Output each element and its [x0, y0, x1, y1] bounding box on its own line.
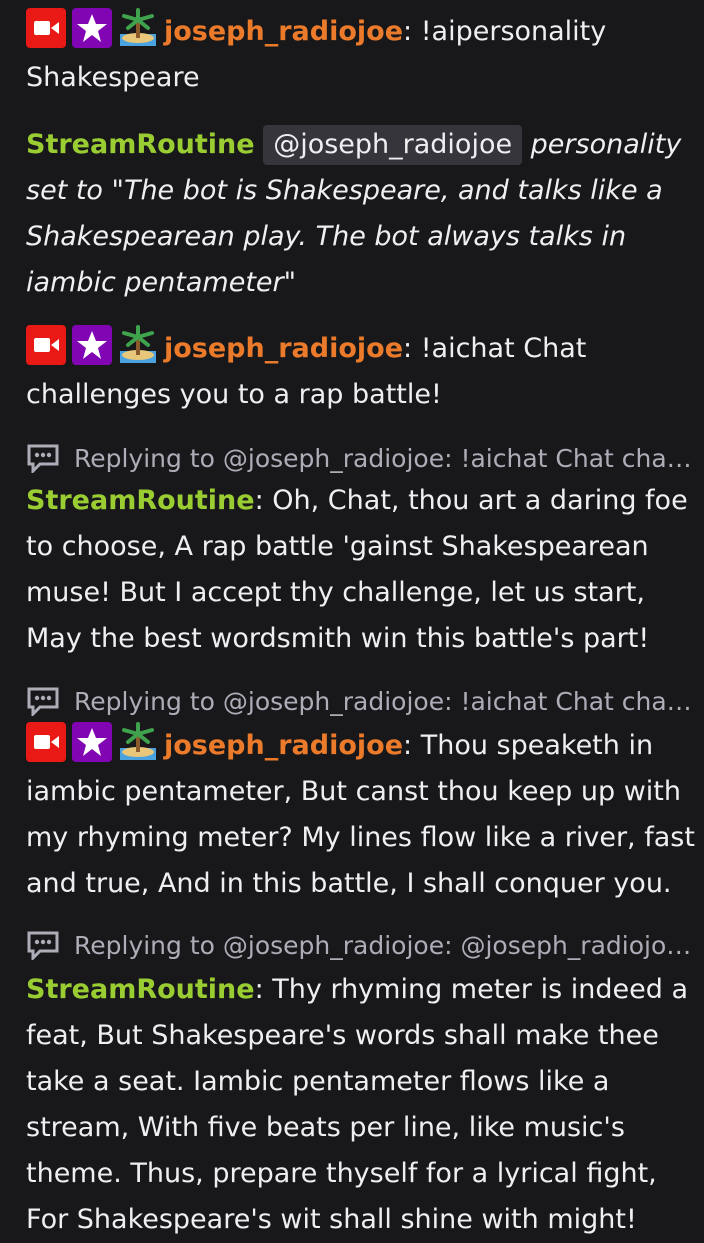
chat-username[interactable]: joseph_radiojoe — [164, 333, 403, 364]
star-badge-icon[interactable] — [72, 8, 112, 48]
reply-context[interactable]: Replying to @joseph_radiojoe: !aichat Ch… — [26, 682, 700, 722]
broadcaster-icon[interactable] — [26, 722, 66, 762]
broadcaster-icon[interactable] — [26, 8, 66, 48]
reply-text: Replying to @joseph_radiojoe: !aichat Ch… — [74, 444, 692, 473]
chat-username[interactable]: StreamRoutine — [26, 129, 255, 160]
chat-message: StreamRoutine: Oh, Chat, thou art a dari… — [26, 485, 688, 654]
reply-text: Replying to @joseph_radiojoe: !aichat Ch… — [74, 687, 692, 716]
chat-message: StreamRoutine @joseph_radiojoe personali… — [26, 122, 700, 306]
chat-message: joseph_radiojoe: Thou speaketh in iambic… — [26, 722, 700, 907]
island-emote-icon[interactable] — [118, 722, 158, 762]
reply-icon — [26, 443, 60, 473]
chat-username[interactable]: joseph_radiojoe — [164, 16, 403, 47]
island-emote-icon[interactable] — [118, 325, 158, 365]
star-badge-icon[interactable] — [72, 722, 112, 762]
chat-message: joseph_radiojoe: !aipersonality Shakespe… — [26, 8, 700, 101]
broadcaster-icon[interactable] — [26, 325, 66, 365]
chat-username[interactable]: StreamRoutine — [26, 974, 255, 1005]
reply-context[interactable]: Replying to @joseph_radiojoe: @joseph_ra… — [26, 926, 700, 966]
message-text: Thy rhyming meter is indeed a feat, But … — [26, 974, 688, 1235]
star-badge-icon[interactable] — [72, 325, 112, 365]
chat-username[interactable]: joseph_radiojoe — [164, 730, 403, 761]
chat-username[interactable]: StreamRoutine — [26, 485, 255, 516]
mention-chip[interactable]: @joseph_radiojoe — [263, 125, 523, 165]
island-emote-icon[interactable] — [118, 8, 158, 48]
chat-message: joseph_radiojoe: !aichat Chat challenges… — [26, 325, 700, 418]
reply-icon — [26, 686, 60, 716]
reply-text: Replying to @joseph_radiojoe: @joseph_ra… — [74, 931, 692, 960]
chat-log: joseph_radiojoe: !aipersonality Shakespe… — [0, 0, 704, 1241]
reply-context[interactable]: Replying to @joseph_radiojoe: !aichat Ch… — [26, 439, 700, 479]
chat-message: StreamRoutine: Thy rhyming meter is inde… — [26, 974, 688, 1235]
reply-icon — [26, 930, 60, 960]
